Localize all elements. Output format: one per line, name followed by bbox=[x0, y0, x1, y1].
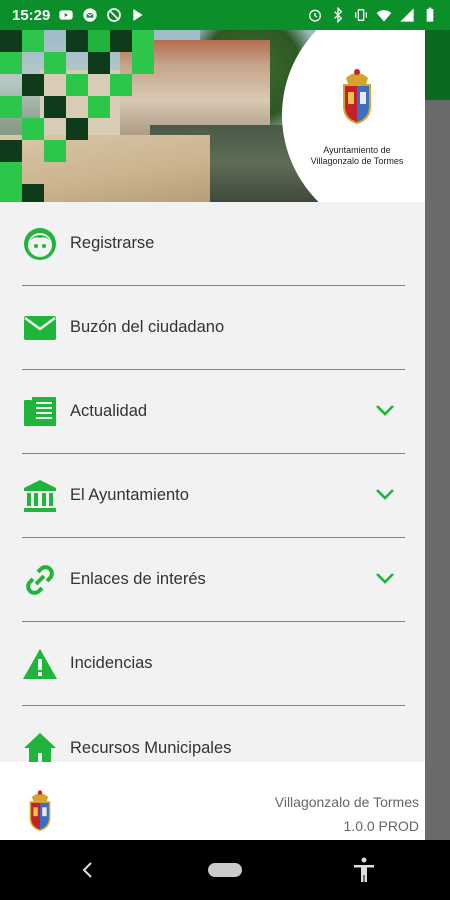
emblem-caption: Ayuntamiento de Villagonzalo de Tormes bbox=[292, 145, 422, 167]
play-store-icon bbox=[133, 9, 144, 21]
coat-of-arms-logo bbox=[29, 790, 51, 831]
menu-item-enlaces[interactable]: Enlaces de interés bbox=[22, 538, 405, 622]
menu-item-label: Enlaces de interés bbox=[70, 570, 206, 588]
drawer-menu: Registrarse Buzón del ciudadano Actualid… bbox=[0, 202, 425, 790]
link-icon bbox=[22, 562, 58, 598]
emblem-caption-line1: Ayuntamiento de bbox=[323, 145, 391, 155]
chevron-down-icon[interactable] bbox=[373, 398, 397, 422]
menu-item-label: Registrarse bbox=[70, 234, 155, 252]
chevron-down-icon[interactable] bbox=[373, 566, 397, 590]
menu-item-label: Recursos Municipales bbox=[70, 738, 232, 757]
vibrate-icon bbox=[355, 9, 367, 21]
warning-icon bbox=[22, 646, 58, 682]
menu-item-label: Actualidad bbox=[70, 402, 148, 420]
drawer-footer: Villagonzalo de Tormes 1.0.0 PROD bbox=[0, 762, 425, 840]
menu-item-incidencias[interactable]: Incidencias bbox=[22, 622, 405, 706]
drawer-header-image: Ayuntamiento de Villagonzalo de Tormes bbox=[0, 30, 425, 202]
menu-item-actualidad[interactable]: Actualidad bbox=[22, 370, 405, 454]
chevron-down-icon[interactable] bbox=[373, 482, 397, 506]
navigation-drawer: Ayuntamiento de Villagonzalo de Tormes R… bbox=[0, 30, 425, 840]
footer-version: 1.0.0 PROD bbox=[343, 818, 419, 834]
back-icon[interactable] bbox=[80, 860, 96, 880]
bluetooth-icon bbox=[334, 7, 343, 23]
menu-item-label: Buzón del ciudadano bbox=[70, 318, 225, 336]
status-bar: 15:29 bbox=[0, 0, 450, 30]
mail-icon bbox=[83, 8, 98, 22]
youtube-icon bbox=[59, 10, 74, 20]
home-pill-icon[interactable] bbox=[208, 863, 242, 877]
emblem-caption-line2: Villagonzalo de Tormes bbox=[310, 156, 404, 166]
menu-item-label: El Ayuntamiento bbox=[70, 486, 189, 504]
status-time: 15:29 bbox=[12, 6, 51, 24]
menu-item-label: Incidencias bbox=[70, 654, 153, 672]
wifi-icon bbox=[376, 10, 392, 22]
newspaper-icon bbox=[22, 394, 58, 430]
coat-of-arms-logo bbox=[343, 69, 371, 124]
menu-item-buzon[interactable]: Buzón del ciudadano bbox=[22, 286, 405, 370]
menu-item-registrarse[interactable]: Registrarse bbox=[22, 202, 405, 286]
menu-item-ayuntamiento[interactable]: El Ayuntamiento bbox=[22, 454, 405, 538]
vpn-icon bbox=[107, 8, 122, 22]
footer-municipality-name: Villagonzalo de Tormes bbox=[274, 794, 419, 810]
battery-icon bbox=[426, 7, 434, 22]
accessibility-icon[interactable] bbox=[352, 857, 376, 883]
home-icon bbox=[22, 730, 58, 766]
signal-icon bbox=[400, 8, 414, 22]
mail-icon bbox=[22, 310, 58, 346]
institution-icon bbox=[22, 478, 58, 514]
face-icon bbox=[22, 226, 58, 262]
system-nav-bar bbox=[0, 840, 450, 900]
alarm-icon bbox=[309, 9, 321, 22]
